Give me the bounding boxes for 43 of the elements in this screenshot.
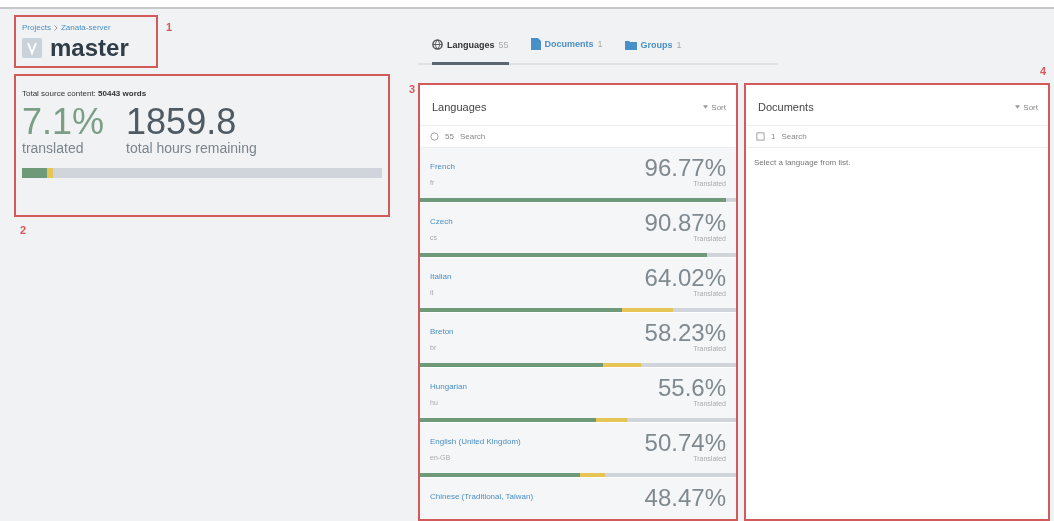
hours-remaining: 1859.8 xyxy=(126,104,238,140)
panel-title: Documents xyxy=(758,101,814,113)
sort-button[interactable]: Sort xyxy=(1015,102,1038,112)
percent-value: 96.77% xyxy=(644,156,726,180)
stat-label: translated xyxy=(22,140,85,156)
folder-icon xyxy=(624,40,637,50)
language-link[interactable]: English (United Kingdom) xyxy=(430,437,521,446)
search-field[interactable]: 1 Search xyxy=(746,125,1048,148)
percent-value: 64.02% xyxy=(644,266,726,290)
annotation-number: 3 xyxy=(409,83,416,95)
version-title: master xyxy=(50,34,129,62)
source-total: Total source content: 50443 words xyxy=(22,89,147,98)
language-link[interactable]: Chinese (Traditional, Taiwan) xyxy=(430,492,534,501)
chevron-icon xyxy=(53,24,58,31)
caret-icon xyxy=(1015,105,1021,109)
language-link[interactable]: Italian xyxy=(430,272,452,281)
document-icon xyxy=(530,38,541,50)
tab[interactable]: Documents 1 xyxy=(530,38,603,65)
percent-value: 58.23% xyxy=(644,321,726,345)
language-link[interactable]: Hungarian xyxy=(430,382,467,391)
caret-icon xyxy=(703,105,709,109)
annotation-number: 1 xyxy=(166,21,173,33)
breadcrumb-link[interactable]: Zanata-server xyxy=(60,23,111,32)
percent-value: 48.47% xyxy=(644,486,726,510)
tab[interactable]: Languages 55 xyxy=(432,39,509,65)
annotation-number: 2 xyxy=(20,224,27,236)
language-link[interactable]: French xyxy=(430,162,455,171)
version-icon xyxy=(22,38,42,58)
empty-message: Select a language from list. xyxy=(753,157,852,169)
language-link[interactable]: Breton xyxy=(430,327,454,336)
sort-button[interactable]: Sort xyxy=(703,102,726,112)
panel-title: Languages xyxy=(432,101,487,113)
globe-icon xyxy=(432,39,443,50)
annotation-number: 4 xyxy=(1039,65,1046,77)
breadcrumb-link[interactable]: Projects xyxy=(22,23,51,32)
language-link[interactable]: Czech xyxy=(430,217,453,226)
percent-value: 90.87% xyxy=(644,211,726,235)
stat-label: total hours remaining xyxy=(126,140,257,156)
percent-value: 55.6% xyxy=(657,376,726,400)
percent-translated: 7.1% xyxy=(22,104,105,140)
search-field[interactable]: 55 Search xyxy=(420,125,736,148)
percent-value: 50.74% xyxy=(644,431,726,455)
tab[interactable]: Groups 1 xyxy=(624,40,682,65)
